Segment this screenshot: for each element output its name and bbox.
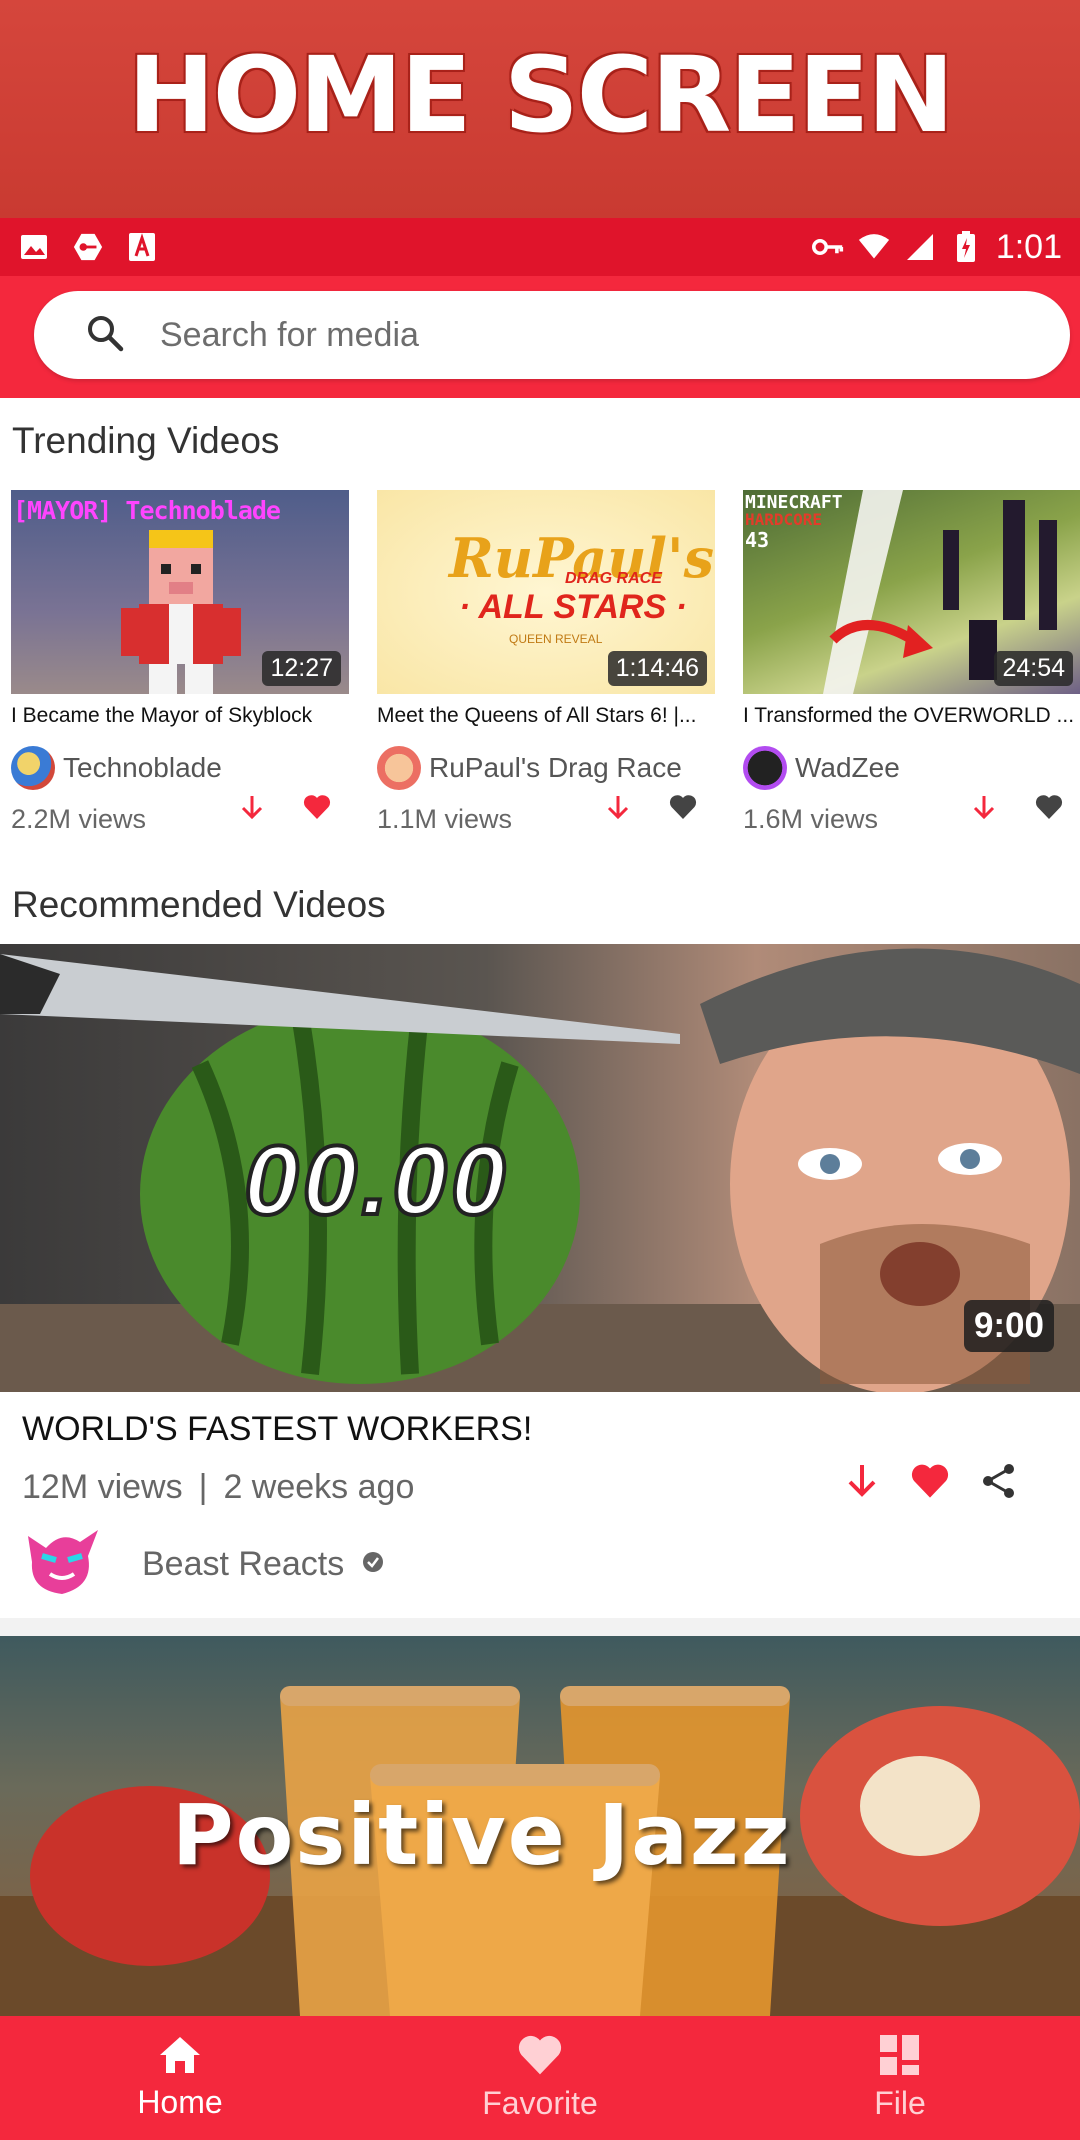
- banner-title: HOME SCREEN: [127, 34, 955, 156]
- download-icon[interactable]: [971, 794, 997, 827]
- download-icon[interactable]: [844, 1462, 880, 1505]
- channel-name: Technoblade: [63, 752, 222, 783]
- channel-avatar: [377, 746, 421, 790]
- meta-separator: |: [198, 1468, 208, 1506]
- trending-video-card[interactable]: [MAYOR] Technoblade 12:27 I Became the M…: [11, 490, 351, 835]
- search-icon: [84, 312, 126, 359]
- channel-name: Beast Reacts: [142, 1545, 345, 1583]
- trending-section-title: Trending Videos: [12, 420, 280, 461]
- character-illustration: [121, 530, 241, 694]
- wifi-icon: [858, 231, 890, 263]
- video-thumbnail[interactable]: 00.00: [0, 944, 1080, 1392]
- channel-avatar: [22, 1526, 100, 1603]
- nav-favorite[interactable]: Favorite: [360, 2016, 720, 2140]
- view-count: 1.1M views: [377, 804, 513, 828]
- thumbnail-text: Positive Jazz: [172, 1786, 792, 1884]
- bottom-navigation: Home Favorite File: [0, 2016, 1080, 2140]
- nav-label: File: [874, 2085, 926, 2121]
- thumbnail-text: 00.00: [242, 1123, 510, 1237]
- thumbnail-text: · ALL STARS ·: [459, 588, 687, 626]
- download-icon[interactable]: [239, 794, 265, 827]
- nav-file[interactable]: File: [720, 2016, 1080, 2140]
- channel-avatar: [11, 746, 55, 790]
- gallery-icon: [18, 231, 50, 263]
- view-count: 12M views: [22, 1468, 183, 1506]
- search-placeholder: Search for media: [160, 315, 419, 354]
- home-icon: [158, 2035, 202, 2080]
- video-title[interactable]: WORLD'S FASTEST WORKERS!: [22, 1410, 532, 1449]
- grid-icon: [879, 2034, 921, 2081]
- video-title: Meet the Queens of All Stars 6! |...: [377, 704, 697, 727]
- video-duration: 9:00: [963, 1300, 1054, 1352]
- channel-row[interactable]: Technoblade: [11, 746, 222, 790]
- key-shield-icon: [72, 231, 104, 263]
- nav-label: Home: [137, 2084, 223, 2120]
- favorite-heart-icon[interactable]: [669, 794, 697, 825]
- search-input[interactable]: Search for media: [34, 291, 1070, 379]
- channel-row[interactable]: RuPaul's Drag Race: [377, 746, 682, 790]
- upload-age: 2 weeks ago: [223, 1468, 415, 1506]
- view-count: 2.2M views: [11, 804, 147, 828]
- video-thumbnail[interactable]: RuPaul's DRAG RACE · ALL STARS · QUEEN R…: [377, 490, 715, 694]
- card-divider: [0, 1618, 1080, 1638]
- promo-banner: HOME SCREEN: [0, 0, 1080, 218]
- verified-badge-icon: [362, 1551, 384, 1578]
- thumbnail-text: DRAG RACE: [565, 570, 662, 587]
- share-icon[interactable]: [980, 1462, 1018, 1505]
- text-icon: [126, 231, 158, 263]
- channel-name: RuPaul's Drag Race: [429, 752, 682, 783]
- recommended-section-title: Recommended Videos: [12, 884, 386, 925]
- nav-label: Favorite: [482, 2085, 598, 2121]
- channel-name: WadZee: [795, 752, 900, 783]
- trending-video-card[interactable]: MINECRAFT HARDCORE 43 24:54 I Transforme…: [743, 490, 1080, 835]
- video-thumbnail[interactable]: Positive Jazz: [0, 1636, 1080, 2016]
- clock: 1:01: [995, 227, 1062, 266]
- favorite-heart-icon[interactable]: [303, 794, 331, 825]
- channel-row[interactable]: Beast Reacts: [22, 1526, 384, 1603]
- nav-home[interactable]: Home: [0, 2016, 360, 2140]
- signal-icon: [904, 231, 936, 263]
- video-title: I Transformed the OVERWORLD ...: [743, 704, 1075, 727]
- view-count: 1.6M views: [743, 804, 879, 828]
- thumbnail-illustration: [0, 948, 1080, 1392]
- video-duration: 12:27: [262, 651, 341, 686]
- trending-video-card[interactable]: RuPaul's DRAG RACE · ALL STARS · QUEEN R…: [377, 490, 717, 835]
- video-title: I Became the Mayor of Skyblock: [11, 704, 313, 727]
- channel-row[interactable]: WadZee: [743, 746, 900, 790]
- download-icon[interactable]: [605, 794, 631, 827]
- video-actions: [844, 1462, 1018, 1505]
- channel-avatar: [743, 746, 787, 790]
- status-bar: 1:01: [0, 218, 1080, 276]
- favorite-heart-icon[interactable]: [910, 1463, 950, 1504]
- battery-charging-icon: [950, 231, 982, 263]
- search-header: Search for media: [0, 276, 1080, 398]
- heart-icon: [517, 2034, 563, 2081]
- vpn-key-icon: [811, 231, 844, 263]
- video-meta: 12M views | 2 weeks ago: [22, 1468, 414, 1507]
- thumbnail-text: [MAYOR] Technoblade: [13, 496, 281, 525]
- video-duration: 24:54: [994, 651, 1073, 686]
- video-thumbnail[interactable]: [MAYOR] Technoblade 12:27: [11, 490, 349, 694]
- video-thumbnail[interactable]: MINECRAFT HARDCORE 43 24:54: [743, 490, 1080, 694]
- video-duration: 1:14:46: [607, 651, 707, 686]
- thumbnail-text: QUEEN REVEAL: [509, 632, 603, 646]
- favorite-heart-icon[interactable]: [1035, 794, 1063, 825]
